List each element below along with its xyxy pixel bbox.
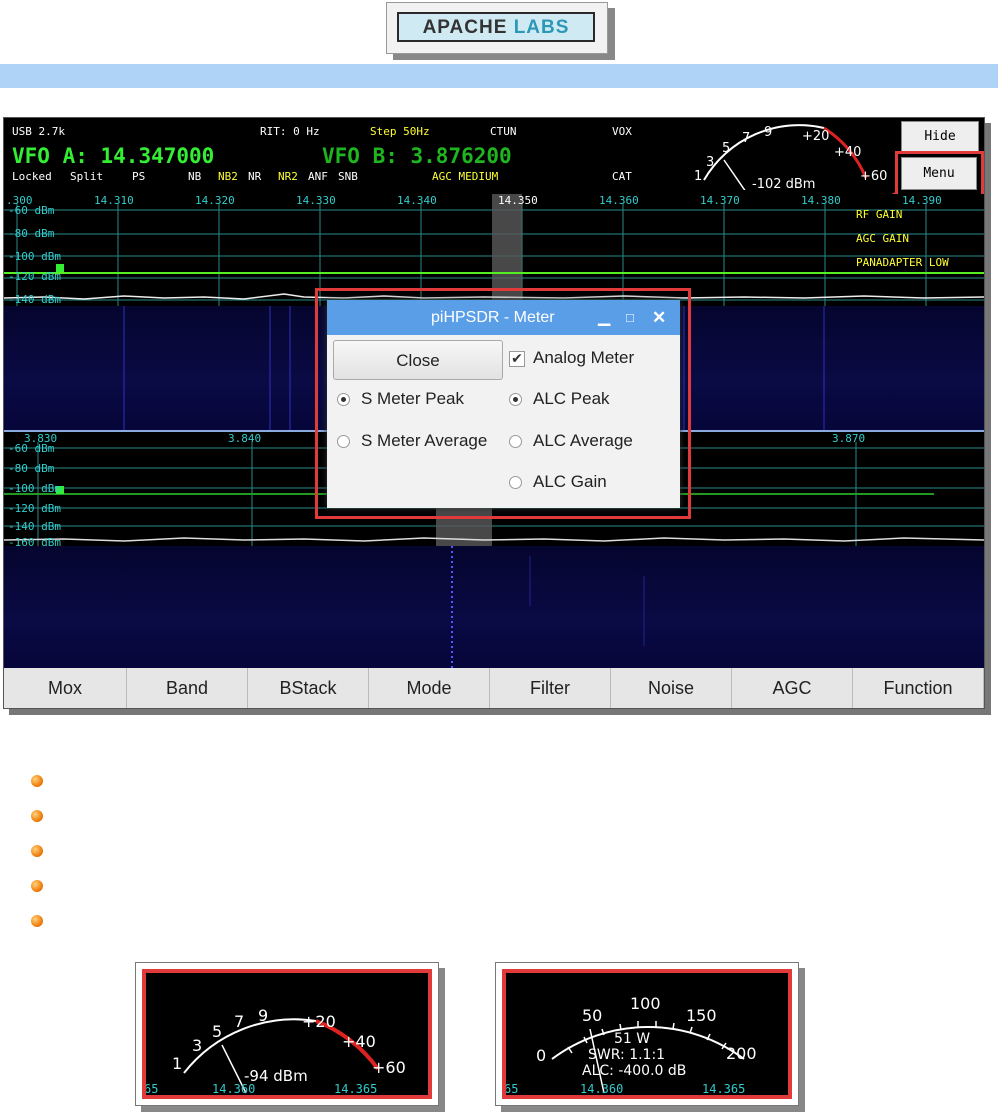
meter-tick-label: 9	[258, 1006, 268, 1025]
meter-tick-label: +20	[302, 1012, 336, 1031]
level-label: -120 dBm	[8, 502, 61, 515]
close-button[interactable]: Close	[333, 340, 503, 380]
logo-text-labs: LABS	[513, 17, 570, 38]
meter-dialog: piHPSDR - Meter ▁ □ ✕ Close ✔ Analog Met…	[327, 300, 680, 508]
rf-gain-label[interactable]: RF GAIN	[856, 208, 902, 221]
rx-meter-example: 1 3 5 7 9 +20 +40 +60 -94 dBm 65 14.360 …	[135, 962, 439, 1106]
analog-meter-checkbox[interactable]: ✔	[509, 351, 525, 367]
freq-label: 14.350	[498, 194, 538, 207]
level-label: -140 dBm	[8, 520, 61, 533]
meter-tick-label: 3	[192, 1036, 202, 1055]
meter-tick-label: +60	[372, 1058, 406, 1077]
freq-label: 65	[146, 1082, 158, 1095]
alc-peak-label: ALC Peak	[533, 389, 610, 408]
freq-label: 14.310	[94, 194, 134, 207]
dialog-titlebar[interactable]: piHPSDR - Meter ▁ □ ✕	[327, 300, 680, 335]
meter-tick-label: 1	[172, 1054, 182, 1073]
analog-meter-label: Analog Meter	[533, 348, 635, 367]
dialog-title: piHPSDR - Meter	[431, 309, 555, 326]
agc-button[interactable]: AGC	[732, 668, 853, 708]
freq-label: 14.360	[212, 1082, 255, 1095]
pihpsdr-main-window: USB 2.7k RIT: 0 Hz Step 50Hz CTUN VOX VF…	[3, 117, 985, 709]
alc-peak-radio[interactable]	[509, 393, 522, 406]
level-label: -160 dBm	[8, 536, 61, 546]
bullet-icon	[31, 810, 43, 822]
logo-text-apache: APACHE	[422, 17, 508, 38]
bullet-icon	[31, 880, 43, 892]
function-button[interactable]: Function	[853, 668, 984, 708]
freq-label: 14.365	[334, 1082, 377, 1095]
meter-tick-label: 5	[212, 1022, 222, 1041]
freq-label: 14.330	[296, 194, 336, 207]
s-meter-average-label: S Meter Average	[361, 431, 488, 450]
filter-button[interactable]: Filter	[490, 668, 611, 708]
freq-label: 14.360	[599, 194, 639, 207]
section-divider-bar	[0, 64, 998, 88]
close-window-icon[interactable]: ✕	[652, 300, 666, 335]
s-meter-average-radio[interactable]	[337, 435, 350, 448]
agc-gain-label[interactable]: AGC GAIN	[856, 232, 909, 245]
freq-label: 14.380	[801, 194, 841, 207]
freq-label: 14.390	[902, 194, 942, 207]
noise-button[interactable]: Noise	[611, 668, 732, 708]
panadapter-low-label[interactable]: PANADAPTER LOW	[856, 256, 949, 269]
bullet-icon	[31, 845, 43, 857]
freq-label: 14.340	[397, 194, 437, 207]
bottom-toolbar: Mox Band BStack Mode Filter Noise AGC Fu…	[4, 668, 984, 708]
waterfall-2[interactable]	[4, 546, 984, 668]
bullet-icon	[31, 915, 43, 927]
level-label: -100 dBm	[8, 482, 61, 495]
freq-label: 14.365	[702, 1082, 745, 1095]
level-label: -120 dBm	[8, 270, 61, 283]
level-label: -100 dBm	[8, 250, 61, 263]
power-reading: 51 W	[614, 1031, 650, 1047]
freq-label: 14.360	[580, 1082, 623, 1095]
freq-label: 3.870	[832, 432, 866, 445]
s-meter-peak-label: S Meter Peak	[361, 389, 464, 408]
meter-tick-label: 50	[582, 1006, 602, 1025]
level-label: -60 dBm	[8, 204, 55, 217]
bstack-button[interactable]: BStack	[248, 668, 369, 708]
bullet-icon	[31, 775, 43, 787]
swr-reading: SWR: 1.1:1	[588, 1047, 665, 1063]
alc-gain-label: ALC Gain	[533, 472, 607, 491]
minimize-icon[interactable]: ▁	[598, 300, 610, 335]
level-label: -80 dBm	[8, 227, 55, 240]
mode-button[interactable]: Mode	[369, 668, 490, 708]
band-button[interactable]: Band	[127, 668, 248, 708]
alc-average-label: ALC Average	[533, 431, 633, 450]
meter-tick-label: 7	[234, 1012, 244, 1031]
freq-label: 14.370	[700, 194, 740, 207]
freq-label: 14.320	[195, 194, 235, 207]
mox-button[interactable]: Mox	[4, 668, 127, 708]
meter-tick-label: 0	[536, 1046, 546, 1065]
meter-tick-label: 200	[726, 1044, 757, 1063]
alc-gain-radio[interactable]	[509, 476, 522, 489]
maximize-icon[interactable]: □	[626, 300, 634, 335]
alc-reading: ALC: -400.0 dB	[582, 1063, 686, 1079]
level-label: -60 dBm	[8, 442, 55, 455]
s-meter-peak-radio[interactable]	[337, 393, 350, 406]
meter-tick-label: 100	[630, 994, 661, 1013]
apache-labs-logo: APACHE LABS	[386, 2, 608, 54]
tx-meter-example: 0 50 100 150 200 51 W SWR: 1.1:1 ALC: -4…	[495, 962, 799, 1106]
level-label: -80 dBm	[8, 462, 55, 475]
freq-label: 65	[506, 1082, 518, 1095]
alc-average-radio[interactable]	[509, 435, 522, 448]
meter-tick-label: +40	[342, 1032, 376, 1051]
meter-tick-label: 150	[686, 1006, 717, 1025]
level-label: -140 dBm	[8, 293, 61, 306]
freq-label: 3.840	[228, 432, 262, 445]
